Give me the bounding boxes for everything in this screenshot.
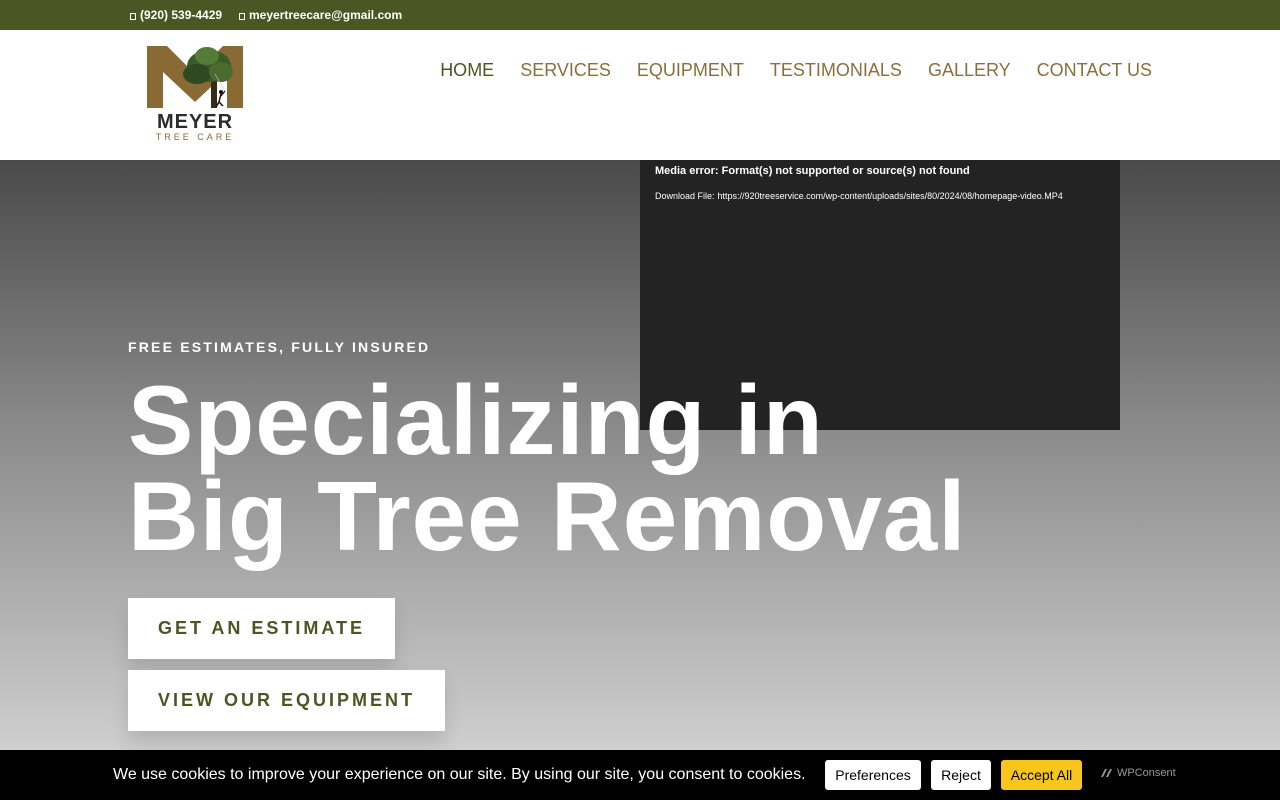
logo-subtitle: TREE CARE (155, 132, 235, 142)
headline-line-2: Big Tree Removal (128, 461, 967, 571)
envelope-icon (239, 12, 245, 20)
cookie-banner: We use cookies to improve your experienc… (0, 750, 1280, 800)
media-error-message: Media error: Format(s) not supported or … (655, 165, 970, 177)
view-equipment-button[interactable]: VIEW OUR EQUIPMENT (128, 670, 445, 731)
nav-home[interactable]: HOME (440, 60, 494, 80)
nav-contact-us[interactable]: CONTACT US (1037, 60, 1152, 80)
cookie-reject-button[interactable]: Reject (931, 760, 991, 790)
phone-icon (130, 12, 136, 20)
nav-gallery[interactable]: GALLERY (928, 60, 1011, 80)
site-header: MEYER TREE CARE HOME SERVICES EQUIPMENT … (0, 30, 1280, 160)
download-label: Download File: (655, 191, 715, 201)
top-bar: (920) 539-4429 meyertreecare@gmail.com (0, 0, 1280, 30)
email-link[interactable]: meyertreecare@gmail.com (239, 8, 402, 22)
email-address: meyertreecare@gmail.com (249, 8, 403, 22)
cookie-preferences-button[interactable]: Preferences (825, 760, 921, 790)
hero-headline: Specializing in Big Tree Removal (128, 365, 967, 571)
wpconsent-logo-icon (1101, 769, 1112, 777)
hero-eyebrow: FREE ESTIMATES, FULLY INSURED (128, 339, 431, 355)
main-nav: HOME SERVICES EQUIPMENT TESTIMONIALS GAL… (440, 60, 1152, 80)
nav-services[interactable]: SERVICES (520, 60, 611, 80)
nav-testimonials[interactable]: TESTIMONIALS (770, 60, 902, 80)
cookie-accept-all-button[interactable]: Accept All (1001, 760, 1082, 790)
logo-mark-icon (147, 46, 243, 108)
site-logo[interactable]: MEYER TREE CARE (137, 44, 253, 144)
nav-equipment[interactable]: EQUIPMENT (637, 60, 744, 80)
headline-line-1: Specializing in (128, 365, 824, 475)
download-file-line: Download File: https://920treeservice.com… (655, 191, 1063, 201)
hero-section: Media error: Format(s) not supported or … (0, 160, 1280, 750)
logo-name: MEYER (156, 111, 234, 133)
wpconsent-label: WPConsent (1117, 767, 1176, 779)
download-link[interactable]: https://920treeservice.com/wp-content/up… (718, 191, 1063, 201)
phone-number: (920) 539-4429 (140, 8, 223, 22)
get-estimate-button[interactable]: GET AN ESTIMATE (128, 598, 395, 659)
cookie-message: We use cookies to improve your experienc… (113, 766, 806, 783)
phone-link[interactable]: (920) 539-4429 (130, 8, 222, 22)
wpconsent-brand[interactable]: WPConsent (1100, 767, 1176, 779)
